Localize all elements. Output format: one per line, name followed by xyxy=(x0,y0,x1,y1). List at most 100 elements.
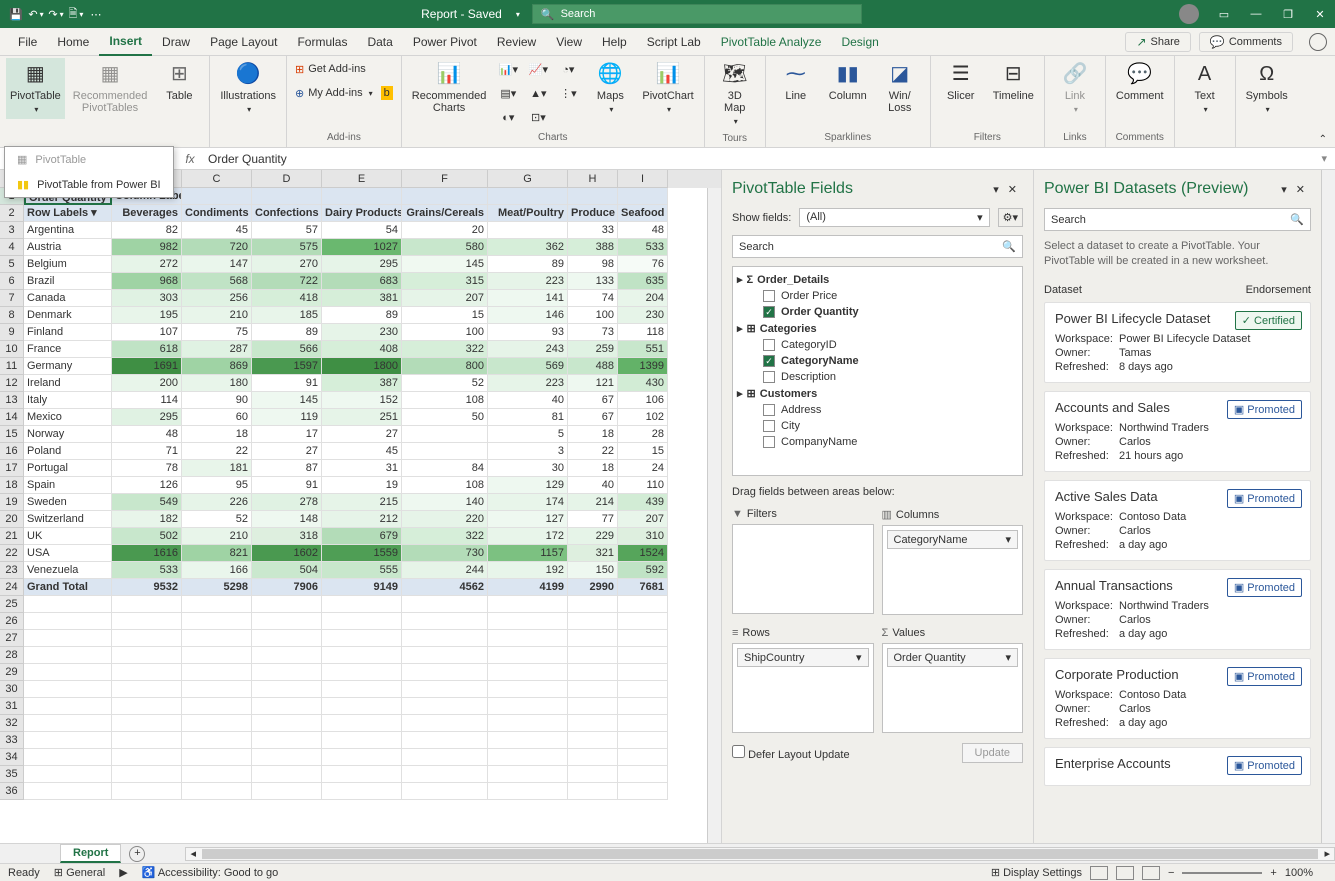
row-header[interactable]: 8 xyxy=(0,307,24,324)
cell[interactable] xyxy=(568,664,618,681)
cell[interactable]: 381 xyxy=(322,290,402,307)
cell[interactable] xyxy=(618,630,668,647)
cell[interactable] xyxy=(402,783,488,800)
cell[interactable] xyxy=(322,732,402,749)
cell[interactable]: 67 xyxy=(568,409,618,426)
col-header[interactable]: H xyxy=(568,170,618,188)
dataset-card[interactable]: Active Sales DataWorkspace:Contoso DataO… xyxy=(1044,480,1311,561)
defer-checkbox[interactable]: Defer Layout Update xyxy=(732,745,850,761)
cell[interactable]: 230 xyxy=(322,324,402,341)
powerbi-scrollbar[interactable] xyxy=(1321,170,1335,843)
cell[interactable] xyxy=(252,630,322,647)
tab-data[interactable]: Data xyxy=(357,28,402,56)
row-header[interactable]: 34 xyxy=(0,749,24,766)
cell[interactable] xyxy=(488,766,568,783)
field-group[interactable]: ▸ ⊞ Categories xyxy=(737,320,1018,337)
cell[interactable]: 533 xyxy=(618,239,668,256)
cell[interactable]: 549 xyxy=(112,494,182,511)
cell[interactable]: 106 xyxy=(618,392,668,409)
cell[interactable]: 568 xyxy=(182,273,252,290)
cell[interactable]: Venezuela xyxy=(24,562,112,579)
cell[interactable]: 200 xyxy=(112,375,182,392)
cell[interactable]: 9532 xyxy=(112,579,182,596)
cell[interactable] xyxy=(402,426,488,443)
cell[interactable]: 87 xyxy=(252,460,322,477)
cell[interactable]: 121 xyxy=(568,375,618,392)
cell[interactable] xyxy=(322,647,402,664)
cell[interactable] xyxy=(568,188,618,205)
tab-design[interactable]: Design xyxy=(831,28,888,56)
bar-chart-icon[interactable]: ▤▾ xyxy=(494,82,522,104)
cell[interactable] xyxy=(252,681,322,698)
cell[interactable] xyxy=(182,698,252,715)
cell[interactable] xyxy=(488,222,568,239)
cell[interactable] xyxy=(402,443,488,460)
cell[interactable]: 869 xyxy=(182,358,252,375)
cell[interactable]: 133 xyxy=(568,273,618,290)
cell[interactable]: 502 xyxy=(112,528,182,545)
cell[interactable]: 57 xyxy=(252,222,322,239)
cell[interactable]: Grains/Cereals xyxy=(402,205,488,222)
cell[interactable] xyxy=(182,596,252,613)
tab-insert[interactable]: Insert xyxy=(99,28,152,56)
cell[interactable]: Norway xyxy=(24,426,112,443)
cell[interactable]: 95 xyxy=(182,477,252,494)
tab-draw[interactable]: Draw xyxy=(152,28,200,56)
cell[interactable]: Denmark xyxy=(24,307,112,324)
formula-expand-icon[interactable]: ▾ xyxy=(1313,152,1335,165)
cell[interactable]: 192 xyxy=(488,562,568,579)
cell[interactable]: 1616 xyxy=(112,545,182,562)
col-header[interactable]: F xyxy=(402,170,488,188)
status-accessibility[interactable]: ♿ Accessibility: Good to go xyxy=(142,866,279,879)
field-search[interactable]: Search🔍 xyxy=(732,235,1023,258)
cell[interactable]: 278 xyxy=(252,494,322,511)
cell[interactable]: 210 xyxy=(182,307,252,324)
row-header[interactable]: 24 xyxy=(0,579,24,596)
cell[interactable]: 118 xyxy=(618,324,668,341)
cell[interactable]: Sweden xyxy=(24,494,112,511)
autosave-icon[interactable]: 💾 xyxy=(8,6,24,22)
filters-zone[interactable] xyxy=(732,524,874,614)
tab-formulas[interactable]: Formulas xyxy=(287,28,357,56)
dataset-card[interactable]: Accounts and SalesWorkspace:Northwind Tr… xyxy=(1044,391,1311,472)
cell[interactable]: 102 xyxy=(618,409,668,426)
cell[interactable]: 28 xyxy=(618,426,668,443)
cell[interactable] xyxy=(618,188,668,205)
cell[interactable]: 244 xyxy=(402,562,488,579)
cell[interactable]: Finland xyxy=(24,324,112,341)
row-header[interactable]: 19 xyxy=(0,494,24,511)
cell[interactable]: Switzerland xyxy=(24,511,112,528)
tab-review[interactable]: Review xyxy=(487,28,546,56)
sparkline-column-button[interactable]: ▮▮Column xyxy=(824,58,872,106)
cell[interactable]: 243 xyxy=(488,341,568,358)
share-button[interactable]: ↗ Share xyxy=(1125,32,1190,52)
cell[interactable]: 100 xyxy=(568,307,618,324)
cell[interactable] xyxy=(252,783,322,800)
cell[interactable] xyxy=(182,732,252,749)
cell[interactable]: 146 xyxy=(488,307,568,324)
menu-pivottable[interactable]: ▦PivotTable xyxy=(5,147,173,172)
cell[interactable] xyxy=(322,766,402,783)
cell[interactable] xyxy=(252,188,322,205)
slicer-button[interactable]: ☰Slicer xyxy=(937,58,985,106)
cell[interactable] xyxy=(112,783,182,800)
cell[interactable]: 100 xyxy=(402,324,488,341)
field-item[interactable]: CompanyName xyxy=(737,434,1018,450)
undo-icon[interactable]: ↶▾ xyxy=(28,6,44,22)
pane-close-icon[interactable]: ✕ xyxy=(1002,184,1023,196)
cell[interactable]: 551 xyxy=(618,341,668,358)
cell[interactable] xyxy=(402,732,488,749)
cell[interactable]: Poland xyxy=(24,443,112,460)
cell[interactable] xyxy=(322,783,402,800)
row-header[interactable]: 7 xyxy=(0,290,24,307)
cell[interactable]: 204 xyxy=(618,290,668,307)
cell[interactable] xyxy=(568,732,618,749)
zoom-in-icon[interactable]: + xyxy=(1270,867,1276,879)
area-chart-icon[interactable]: ▲▾ xyxy=(524,82,552,104)
cell[interactable] xyxy=(322,613,402,630)
cell[interactable]: 22 xyxy=(182,443,252,460)
cell[interactable]: 295 xyxy=(322,256,402,273)
row-header[interactable]: 9 xyxy=(0,324,24,341)
cell[interactable]: 315 xyxy=(402,273,488,290)
cell[interactable] xyxy=(24,664,112,681)
